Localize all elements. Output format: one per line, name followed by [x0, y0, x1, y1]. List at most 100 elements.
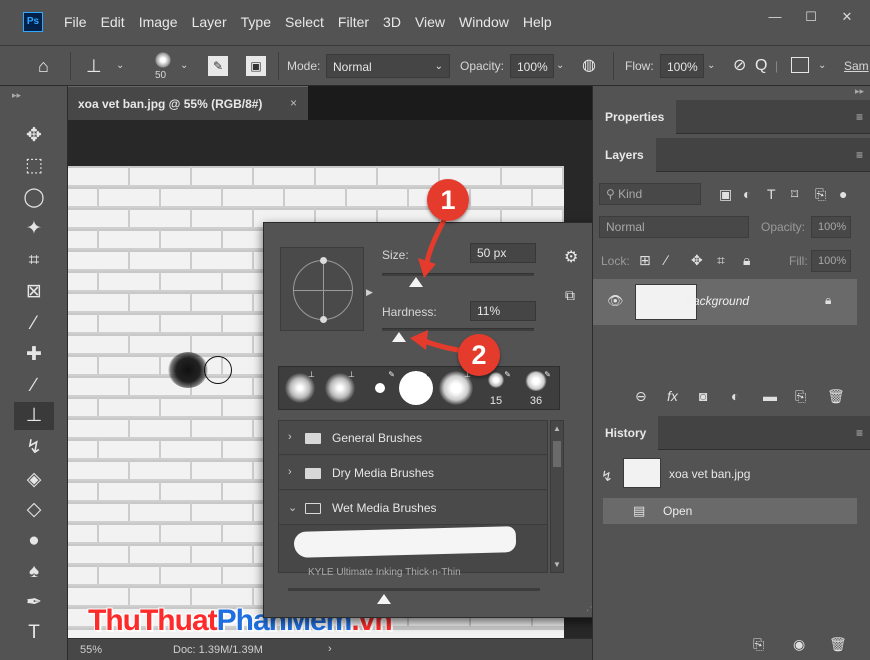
tool-preset-chevron-icon[interactable]: ⌄ [116, 54, 124, 78]
dodge-tool-icon[interactable]: ♠ [14, 558, 54, 586]
new-preset-icon[interactable]: ⧉ [565, 287, 575, 304]
layer-opacity-field[interactable]: 100% [811, 216, 851, 238]
new-document-from-state-icon[interactable]: ⎘ [753, 636, 764, 653]
mode-select[interactable]: Normal ⌄ [326, 54, 450, 78]
maximize-button[interactable]: ☐ [798, 8, 824, 26]
delete-layer-icon[interactable]: 🗑︎ [827, 388, 845, 405]
clone-source-icon[interactable]: ▣ [246, 56, 266, 76]
tab-properties[interactable]: Properties [593, 100, 677, 134]
zoom-level[interactable]: 55% [80, 644, 102, 656]
clone-stamp-tool-icon[interactable]: ⊥ [14, 402, 54, 430]
gear-icon[interactable]: ⚙ [564, 247, 578, 267]
tab-history[interactable]: History [593, 416, 659, 450]
size-slider[interactable] [382, 273, 534, 276]
history-snapshot-name[interactable]: xoa vet ban.jpg [669, 467, 750, 481]
sample-label[interactable]: Sam [844, 54, 869, 78]
document-tab[interactable]: xoa vet ban.jpg @ 55% (RGB/8#) × [68, 86, 308, 120]
scroll-down-icon[interactable]: ▼ [553, 560, 561, 569]
add-mask-icon[interactable]: ◙ [699, 388, 707, 404]
preview-size-thumb[interactable] [377, 594, 391, 604]
brush-preset-hard-large[interactable]: ● [397, 369, 435, 407]
menu-edit[interactable]: Edit [95, 14, 131, 30]
pressure-opacity-icon[interactable]: ◍ [582, 54, 596, 78]
lock-transparent-icon[interactable]: ⊞ [639, 252, 651, 269]
opacity-field[interactable]: 100% [510, 54, 554, 78]
hardness-slider[interactable] [382, 328, 534, 331]
tab-layers[interactable]: Layers [593, 138, 656, 172]
visibility-eye-icon[interactable]: 👁︎ [607, 293, 624, 309]
fill-field[interactable]: 100% [811, 250, 851, 272]
filter-pixel-icon[interactable]: ▣ [719, 186, 732, 203]
brush-preset-36[interactable]: ✎ 36 [517, 369, 555, 407]
close-button[interactable]: ✕ [834, 8, 860, 26]
brush-preset-picker[interactable]: 50 [150, 50, 176, 82]
folder-general-brushes[interactable]: › General Brushes [279, 421, 547, 455]
menu-view[interactable]: View [409, 14, 451, 30]
type-tool-icon[interactable]: T [14, 619, 54, 647]
eyedropper-tool-icon[interactable]: ⁄ [14, 310, 54, 338]
crop-tool-icon[interactable]: ⌗ [14, 247, 54, 275]
size-field[interactable]: 50 px [470, 243, 536, 263]
lock-position-icon[interactable]: ✥ [691, 252, 703, 269]
filter-adjustment-icon[interactable]: ◐ [743, 186, 751, 202]
close-document-icon[interactable]: × [290, 96, 297, 110]
brush-preset-soft-large[interactable]: ⊥ [437, 369, 475, 407]
airbrush-icon[interactable]: ⊘ [733, 54, 746, 78]
aligned-icon[interactable]: Q [755, 54, 767, 78]
layer-style-icon[interactable]: fx [667, 388, 678, 404]
marquee-tool-icon[interactable]: ⬚ [14, 152, 54, 180]
eraser-tool-icon[interactable]: ◈ [14, 466, 54, 494]
healing-brush-tool-icon[interactable]: ✚ [14, 341, 54, 369]
menu-3d[interactable]: 3D [377, 14, 407, 30]
camera-icon[interactable]: ◉ [793, 636, 805, 653]
menu-help[interactable]: Help [517, 14, 558, 30]
menu-type[interactable]: Type [235, 14, 277, 30]
home-icon[interactable]: ⌂ [38, 54, 49, 78]
menu-file[interactable]: File [58, 14, 93, 30]
menu-layer[interactable]: Layer [186, 14, 233, 30]
sample-chevron-icon[interactable]: ⌄ [818, 54, 826, 78]
hardness-field[interactable]: 11% [470, 301, 536, 321]
history-state-open[interactable]: ▤ Open [603, 498, 857, 524]
panel-menu-icon[interactable]: ≡ [856, 426, 863, 440]
new-group-icon[interactable]: ▬ [763, 388, 777, 404]
brush-tool-icon[interactable]: ∕ [14, 372, 54, 400]
blend-mode-select[interactable]: Normal [599, 216, 749, 238]
brush-settings-icon[interactable]: ✎ [208, 56, 228, 76]
filter-toggle-icon[interactable]: ● [839, 186, 847, 202]
delete-state-icon[interactable]: 🗑︎ [829, 636, 847, 653]
layer-name[interactable]: Background [685, 294, 749, 308]
move-tool-icon[interactable]: ✥ [14, 122, 54, 150]
size-slider-thumb[interactable] [409, 277, 424, 287]
clone-stamp-tool-icon[interactable]: ⊥ [86, 54, 102, 78]
brush-preset-hard-small[interactable]: ✎ [361, 369, 399, 407]
layer-row-background[interactable]: 👁︎ Background 🔒︎ [593, 279, 857, 325]
brush-tip-arrow-icon[interactable]: ▶ [366, 287, 373, 298]
flow-chevron-icon[interactable]: ⌄ [707, 54, 715, 78]
panel-menu-icon[interactable]: ≡ [856, 110, 863, 124]
panel-collapse-icon[interactable]: ▸▸ [855, 86, 864, 97]
adjustment-layer-icon[interactable]: ◐ [731, 388, 739, 404]
opacity-chevron-icon[interactable]: ⌄ [556, 54, 564, 78]
menu-filter[interactable]: Filter [332, 14, 375, 30]
flow-field[interactable]: 100% [660, 54, 704, 78]
menu-image[interactable]: Image [133, 14, 184, 30]
sample-layers-icon[interactable] [791, 57, 809, 73]
lasso-tool-icon[interactable]: ◯ [14, 184, 54, 212]
lock-all-icon[interactable]: 🔒︎ [743, 252, 750, 269]
folder-dry-media-brushes[interactable]: › Dry Media Brushes [279, 456, 547, 490]
menu-window[interactable]: Window [453, 14, 515, 30]
brush-picker-chevron-icon[interactable]: ⌄ [180, 54, 188, 78]
quick-selection-tool-icon[interactable]: ✦ [14, 215, 54, 243]
panel-collapse-icon[interactable]: ▸▸ [12, 90, 21, 101]
brush-tip-preview[interactable] [280, 247, 364, 331]
link-layers-icon[interactable]: ⊖ [635, 388, 647, 405]
scroll-up-icon[interactable]: ▲ [553, 424, 561, 433]
frame-tool-icon[interactable]: ⊠ [14, 278, 54, 306]
new-layer-icon[interactable]: ⎘ [795, 388, 806, 405]
menu-select[interactable]: Select [279, 14, 330, 30]
lock-pixels-icon[interactable]: ∕ [665, 252, 667, 268]
brush-preset-soft-2[interactable]: ⊥ [321, 369, 359, 407]
minimize-button[interactable]: — [762, 8, 788, 26]
folder-wet-media-brushes[interactable]: ⌄ Wet Media Brushes [279, 491, 547, 525]
